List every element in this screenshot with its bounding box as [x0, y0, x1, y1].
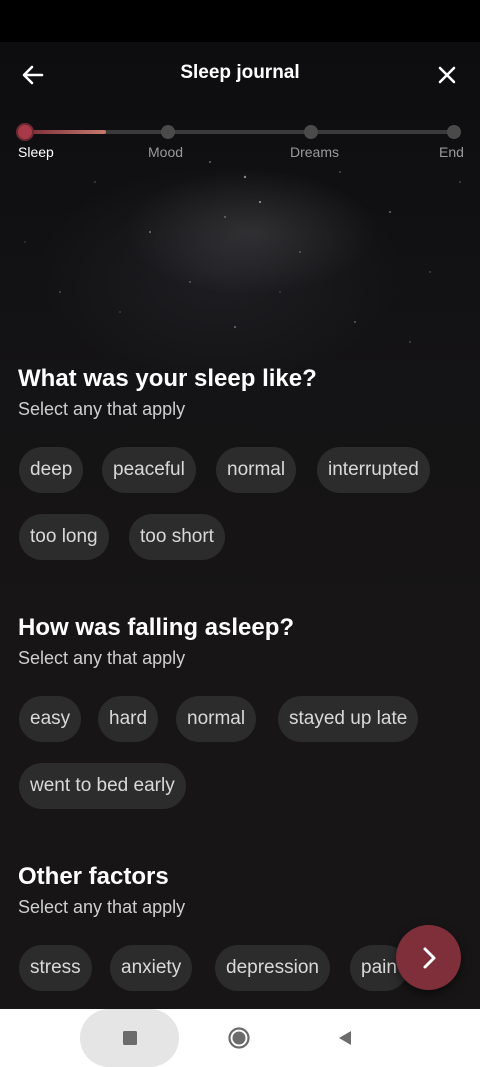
chip-went-to-bed-early[interactable]: went to bed early: [19, 763, 186, 809]
section-subtitle: Select any that apply: [18, 399, 186, 419]
page-title: Sleep journal: [180, 62, 300, 83]
section-falling-asleep: How was falling asleep? Select any that …: [18, 614, 468, 809]
chip-anxiety[interactable]: anxiety: [110, 945, 193, 991]
system-back-button[interactable]: [325, 1018, 365, 1058]
section-other-factors: Other factors Select any that apply stre…: [18, 863, 468, 991]
step-label-mood: Mood: [148, 144, 184, 160]
app-header: Sleep journal: [0, 42, 480, 108]
triangle-back-icon: [339, 1031, 351, 1045]
chip-deep[interactable]: deep: [19, 447, 84, 493]
home-button[interactable]: [219, 1018, 259, 1058]
chip-stayed-up-late[interactable]: stayed up late: [278, 696, 419, 742]
section-sleep-quality: What was your sleep like? Select any tha…: [18, 365, 468, 560]
system-navigation-bar: [0, 1009, 480, 1067]
section-title: How was falling asleep?: [18, 614, 295, 641]
section-title: Other factors: [18, 863, 169, 890]
section-title: What was your sleep like?: [18, 365, 317, 392]
close-icon: [438, 66, 456, 84]
circle-icon: [228, 1027, 250, 1049]
step-label-sleep: Sleep: [18, 144, 54, 160]
step-dot-mood[interactable]: [161, 125, 175, 139]
chip-normal[interactable]: normal: [176, 696, 257, 742]
next-button[interactable]: [396, 925, 461, 990]
close-button[interactable]: [428, 56, 466, 94]
step-dot-sleep[interactable]: [18, 125, 32, 139]
square-icon: [122, 1031, 137, 1045]
chip-depression[interactable]: depression: [215, 945, 330, 991]
chip-too-long[interactable]: too long: [19, 514, 109, 560]
section-subtitle: Select any that apply: [18, 897, 186, 917]
chip-easy[interactable]: easy: [19, 696, 82, 742]
section-subtitle: Select any that apply: [18, 648, 186, 668]
step-label-dreams: Dreams: [290, 144, 340, 160]
chip-peaceful[interactable]: peaceful: [102, 447, 196, 493]
step-progress: Sleep Mood Dreams End: [0, 120, 480, 170]
step-dot-end[interactable]: [447, 125, 461, 139]
step-dot-dreams[interactable]: [304, 125, 318, 139]
status-bar: [0, 0, 480, 42]
recent-apps-button[interactable]: [80, 1009, 179, 1067]
progress-fill: [24, 130, 106, 134]
chevron-right-icon: [423, 947, 435, 968]
chip-interrupted[interactable]: interrupted: [317, 447, 430, 493]
chip-too-short[interactable]: too short: [129, 514, 225, 560]
chip-hard[interactable]: hard: [98, 696, 159, 742]
chip-normal[interactable]: normal: [216, 447, 297, 493]
step-label-end: End: [439, 144, 464, 160]
chip-stress[interactable]: stress: [19, 945, 92, 991]
progress-track: [24, 130, 454, 134]
